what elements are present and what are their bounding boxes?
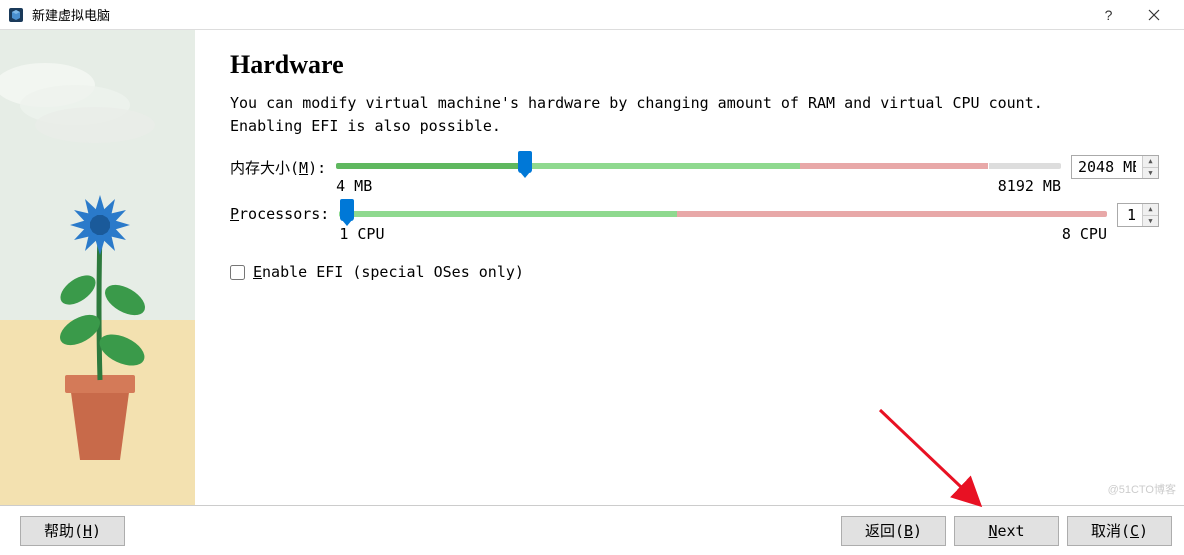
- memory-spin-up[interactable]: ▲: [1143, 156, 1158, 168]
- help-button-footer[interactable]: 帮助(H): [20, 516, 125, 546]
- page-heading: Hardware: [230, 50, 1159, 80]
- memory-max-label: 8192 MB: [998, 177, 1061, 195]
- page-description: You can modify virtual machine's hardwar…: [230, 92, 1159, 137]
- efi-checkbox[interactable]: [230, 265, 245, 280]
- processors-max-label: 8 CPU: [1062, 225, 1107, 243]
- processors-min-label: 1 CPU: [339, 225, 384, 243]
- processors-label: Processors:: [230, 203, 329, 223]
- processors-spin-down[interactable]: ▼: [1143, 216, 1158, 227]
- back-button[interactable]: 返回(B): [841, 516, 946, 546]
- watermark: @51CTO博客: [1108, 481, 1176, 497]
- processors-spinner[interactable]: ▲ ▼: [1117, 203, 1159, 227]
- app-icon: [8, 7, 24, 23]
- memory-slider[interactable]: 4 MB 8192 MB: [336, 155, 1061, 195]
- memory-label: 内存大小(M):: [230, 155, 326, 178]
- cancel-button[interactable]: 取消(C): [1067, 516, 1172, 546]
- efi-label[interactable]: Enable EFI (special OSes only): [253, 263, 524, 281]
- processors-input[interactable]: [1118, 204, 1142, 226]
- wizard-illustration: [0, 30, 195, 505]
- processors-spin-up[interactable]: ▲: [1143, 204, 1158, 216]
- close-button[interactable]: [1131, 0, 1176, 30]
- window-title: 新建虚拟电脑: [32, 5, 1086, 24]
- memory-input[interactable]: [1072, 156, 1142, 178]
- processors-slider[interactable]: 1 CPU 8 CPU: [339, 203, 1107, 243]
- memory-min-label: 4 MB: [336, 177, 372, 195]
- help-button[interactable]: ?: [1086, 0, 1131, 30]
- next-button[interactable]: Next: [954, 516, 1059, 546]
- memory-spinner[interactable]: ▲ ▼: [1071, 155, 1159, 179]
- memory-spin-down[interactable]: ▼: [1143, 168, 1158, 179]
